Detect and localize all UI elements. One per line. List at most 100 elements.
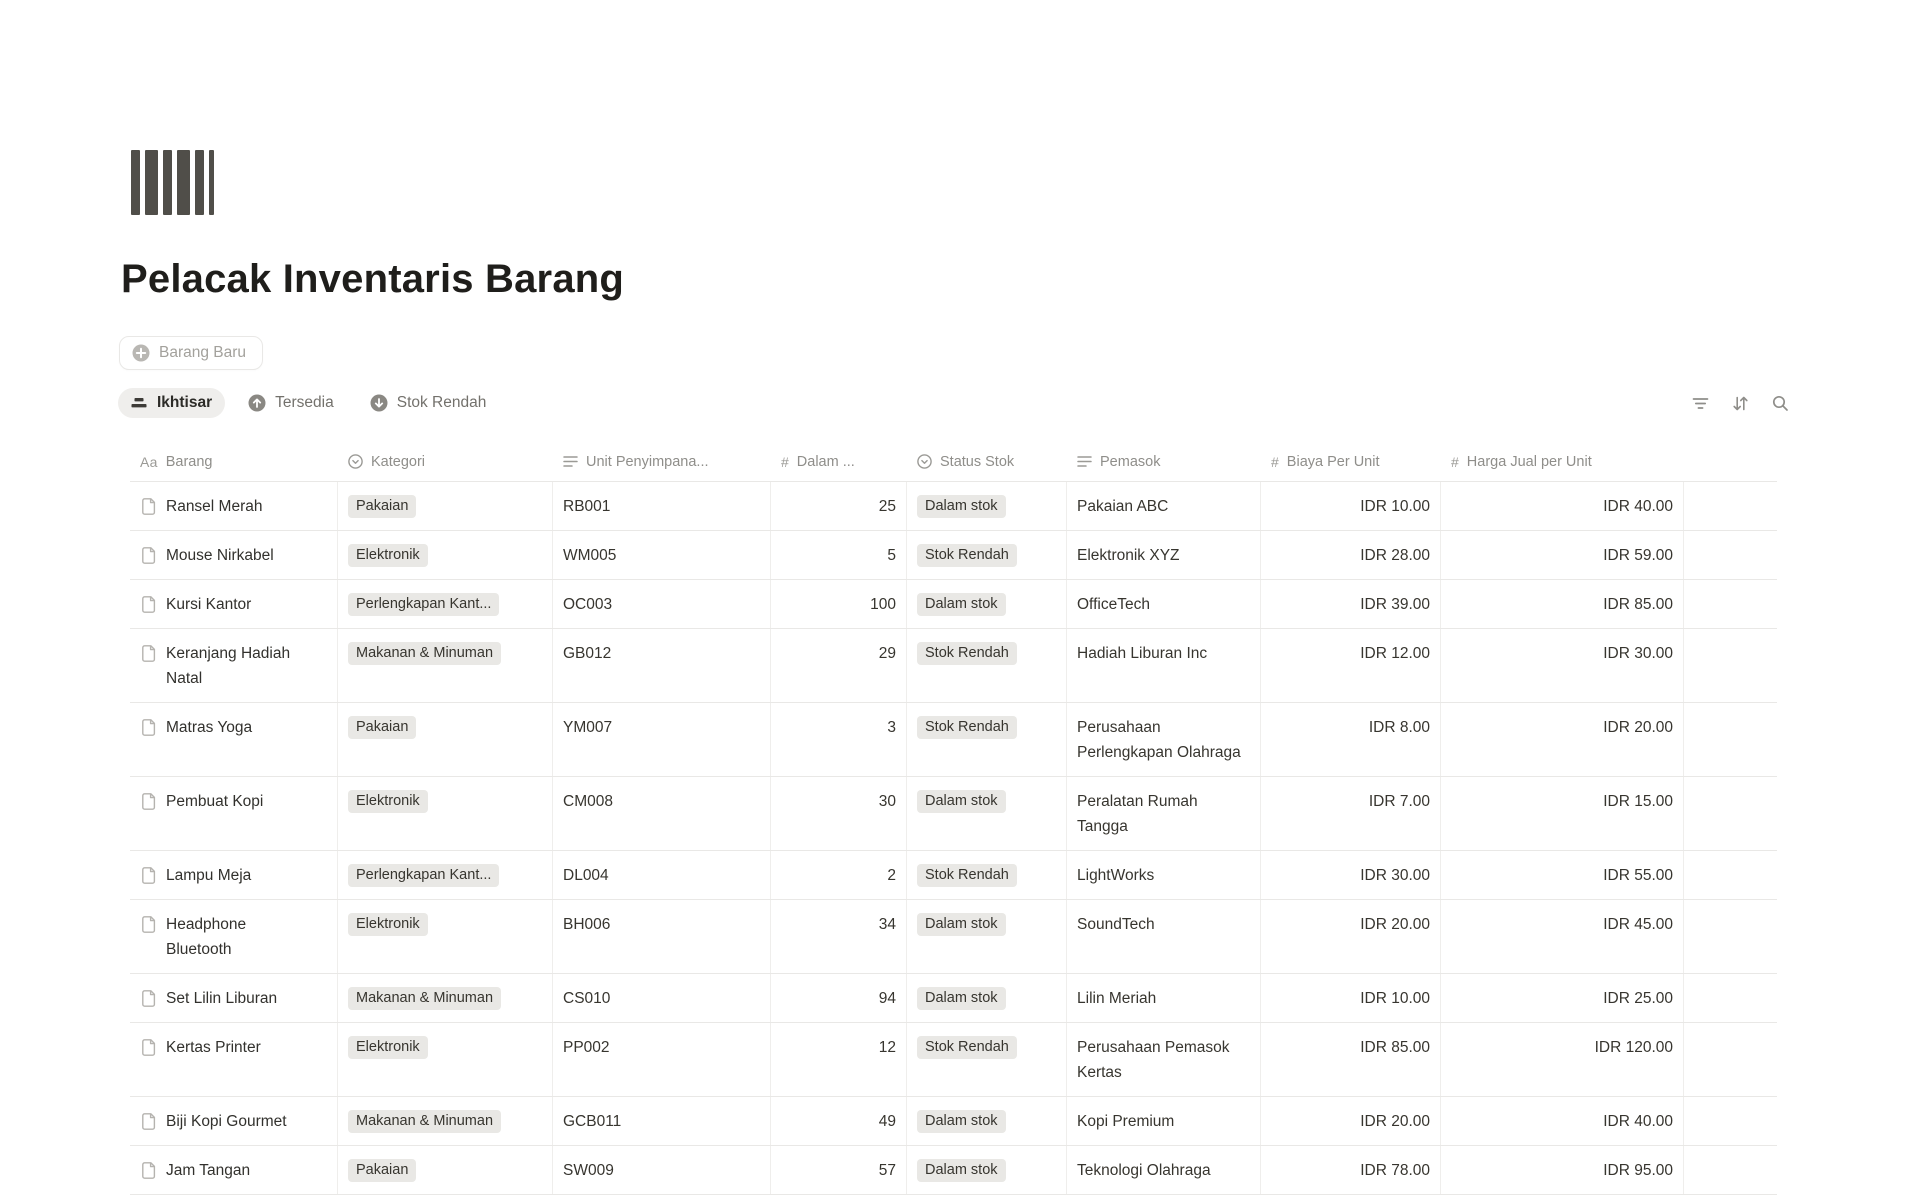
quantity-cell[interactable]: 57 [771,1146,907,1194]
category-cell[interactable]: Makanan & Minuman [338,629,553,702]
cost-cell[interactable]: IDR 10.00 [1261,974,1441,1022]
item-name-cell[interactable]: Jam Tangan [130,1146,338,1194]
category-cell[interactable]: Elektronik [338,531,553,579]
unit-cell[interactable]: BH006 [553,900,771,973]
price-cell[interactable]: IDR 40.00 [1441,1097,1684,1145]
price-cell[interactable]: IDR 59.00 [1441,531,1684,579]
category-cell[interactable]: Perlengkapan Kant... [338,851,553,899]
filter-icon[interactable] [1691,394,1710,413]
quantity-cell[interactable]: 100 [771,580,907,628]
item-name-cell[interactable]: Kertas Printer [130,1023,338,1096]
barcode-icon[interactable] [131,150,1920,215]
price-cell[interactable]: IDR 95.00 [1441,1146,1684,1194]
quantity-cell[interactable]: 30 [771,777,907,850]
supplier-cell[interactable]: LightWorks [1067,851,1261,899]
item-name-cell[interactable]: Mouse Nirkabel [130,531,338,579]
category-cell[interactable]: Makanan & Minuman [338,1097,553,1145]
item-name-cell[interactable]: Kursi Kantor [130,580,338,628]
new-item-button[interactable]: Barang Baru [119,336,263,370]
category-cell[interactable]: Pakaian [338,482,553,530]
status-cell[interactable]: Dalam stok [907,900,1067,973]
quantity-cell[interactable]: 49 [771,1097,907,1145]
status-cell[interactable]: Stok Rendah [907,703,1067,776]
column-header-status[interactable]: Status Stok [907,454,1067,470]
status-cell[interactable]: Stok Rendah [907,531,1067,579]
quantity-cell[interactable]: 2 [771,851,907,899]
quantity-cell[interactable]: 29 [771,629,907,702]
supplier-cell[interactable]: Perusahaan Perlengkapan Olahraga [1067,703,1261,776]
search-icon[interactable] [1771,394,1790,413]
column-header-unit[interactable]: Unit Penyimpana... [553,454,771,470]
price-cell[interactable]: IDR 30.00 [1441,629,1684,702]
cost-cell[interactable]: IDR 10.00 [1261,482,1441,530]
item-name-cell[interactable]: Matras Yoga [130,703,338,776]
supplier-cell[interactable]: Hadiah Liburan Inc [1067,629,1261,702]
status-cell[interactable]: Stok Rendah [907,1023,1067,1096]
supplier-cell[interactable]: Kopi Premium [1067,1097,1261,1145]
supplier-cell[interactable]: Pakaian ABC [1067,482,1261,530]
item-name-cell[interactable]: Ransel Merah [130,482,338,530]
price-cell[interactable]: IDR 120.00 [1441,1023,1684,1096]
page-title[interactable]: Pelacak Inventaris Barang [121,255,1920,303]
price-cell[interactable]: IDR 15.00 [1441,777,1684,850]
category-cell[interactable]: Pakaian [338,703,553,776]
tab-tersedia[interactable]: Tersedia [235,388,347,418]
unit-cell[interactable]: GCB011 [553,1097,771,1145]
supplier-cell[interactable]: OfficeTech [1067,580,1261,628]
cost-cell[interactable]: IDR 12.00 [1261,629,1441,702]
quantity-cell[interactable]: 94 [771,974,907,1022]
cost-cell[interactable]: IDR 7.00 [1261,777,1441,850]
unit-cell[interactable]: PP002 [553,1023,771,1096]
category-cell[interactable]: Elektronik [338,1023,553,1096]
status-cell[interactable]: Dalam stok [907,1146,1067,1194]
category-cell[interactable]: Pakaian [338,1146,553,1194]
status-cell[interactable]: Dalam stok [907,777,1067,850]
column-header-kategori[interactable]: Kategori [338,454,553,470]
cost-cell[interactable]: IDR 85.00 [1261,1023,1441,1096]
sort-icon[interactable] [1731,394,1750,413]
unit-cell[interactable]: SW009 [553,1146,771,1194]
cost-cell[interactable]: IDR 30.00 [1261,851,1441,899]
price-cell[interactable]: IDR 20.00 [1441,703,1684,776]
unit-cell[interactable]: CM008 [553,777,771,850]
category-cell[interactable]: Makanan & Minuman [338,974,553,1022]
supplier-cell[interactable]: SoundTech [1067,900,1261,973]
price-cell[interactable]: IDR 85.00 [1441,580,1684,628]
quantity-cell[interactable]: 3 [771,703,907,776]
price-cell[interactable]: IDR 55.00 [1441,851,1684,899]
cost-cell[interactable]: IDR 28.00 [1261,531,1441,579]
item-name-cell[interactable]: Set Lilin Liburan [130,974,338,1022]
item-name-cell[interactable]: Pembuat Kopi [130,777,338,850]
price-cell[interactable]: IDR 45.00 [1441,900,1684,973]
unit-cell[interactable]: CS010 [553,974,771,1022]
unit-cell[interactable]: RB001 [553,482,771,530]
tab-ikhtisar[interactable]: Ikhtisar [118,388,225,418]
tab-stok-rendah[interactable]: Stok Rendah [357,388,500,418]
supplier-cell[interactable]: Perusahaan Pemasok Kertas [1067,1023,1261,1096]
supplier-cell[interactable]: Teknologi Olahraga [1067,1146,1261,1194]
status-cell[interactable]: Stok Rendah [907,851,1067,899]
supplier-cell[interactable]: Lilin Meriah [1067,974,1261,1022]
quantity-cell[interactable]: 25 [771,482,907,530]
category-cell[interactable]: Elektronik [338,777,553,850]
price-cell[interactable]: IDR 25.00 [1441,974,1684,1022]
column-header-harga[interactable]: # Harga Jual per Unit [1441,454,1684,470]
status-cell[interactable]: Stok Rendah [907,629,1067,702]
cost-cell[interactable]: IDR 20.00 [1261,900,1441,973]
unit-cell[interactable]: YM007 [553,703,771,776]
unit-cell[interactable]: GB012 [553,629,771,702]
item-name-cell[interactable]: Keranjang Hadiah Natal [130,629,338,702]
column-header-pemasok[interactable]: Pemasok [1067,454,1261,470]
status-cell[interactable]: Dalam stok [907,580,1067,628]
column-header-barang[interactable]: Aa Barang [130,454,338,470]
category-cell[interactable]: Perlengkapan Kant... [338,580,553,628]
item-name-cell[interactable]: Headphone Bluetooth [130,900,338,973]
item-name-cell[interactable]: Lampu Meja [130,851,338,899]
column-header-biaya[interactable]: # Biaya Per Unit [1261,454,1441,470]
quantity-cell[interactable]: 12 [771,1023,907,1096]
status-cell[interactable]: Dalam stok [907,1097,1067,1145]
cost-cell[interactable]: IDR 20.00 [1261,1097,1441,1145]
category-cell[interactable]: Elektronik [338,900,553,973]
supplier-cell[interactable]: Elektronik XYZ [1067,531,1261,579]
column-header-dalam[interactable]: # Dalam ... [771,454,907,470]
